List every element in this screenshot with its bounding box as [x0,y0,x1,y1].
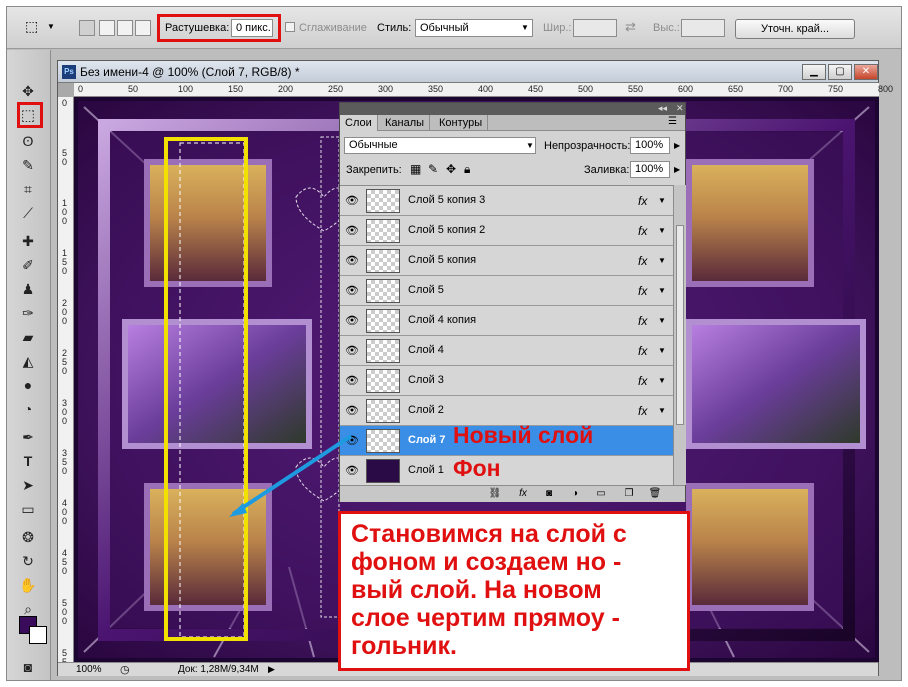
note-line: гольник. [351,632,457,660]
note-line: вый слой. На новом [351,576,602,604]
instruction-note: Становимся на слой с фоном и создаем но … [338,511,690,671]
note-line: слое чертим прямоу - [351,604,620,632]
note-line: Становимся на слой с [351,520,627,548]
screenshot-frame: ⬚ ▼ Растушевка: 0 пикс. Сглаживание Стил… [6,6,902,681]
note-line: фоном и создаем но - [351,548,622,576]
